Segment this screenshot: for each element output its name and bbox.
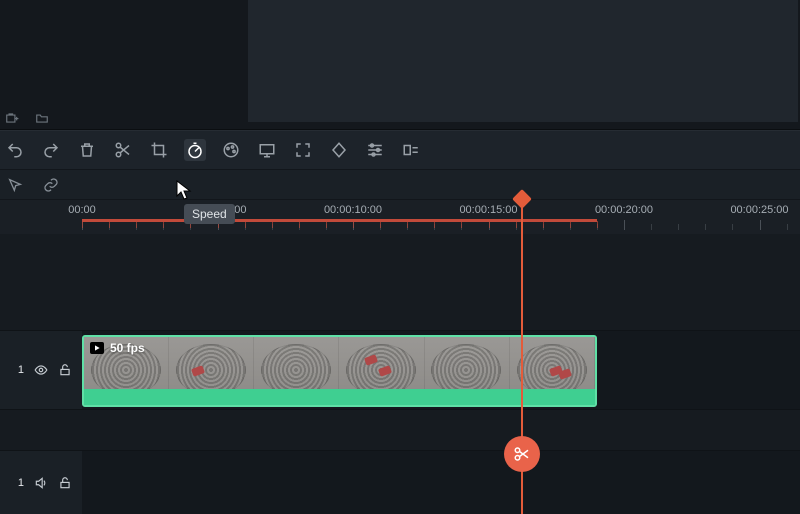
audio-track-row: 1 [0,450,800,514]
lock-toggle-icon[interactable] [58,363,72,377]
mouse-cursor-icon [176,180,192,200]
lock-toggle-icon[interactable] [58,476,72,490]
ruler-timecode: 00:00:25:00 [730,204,788,216]
clip-fps-label: 50 fps [110,341,145,355]
speed-tooltip: Speed [184,204,235,224]
track-tool-button[interactable] [400,139,422,161]
preview-area [0,0,800,130]
export-frame-button[interactable] [256,139,278,161]
timeline-ruler[interactable]: 00:0000:00:05:0000:00:10:0000:00:15:0000… [0,200,800,234]
bin-add-icon[interactable] [4,111,20,125]
video-track-row: 1 50 fps [0,330,800,410]
track-index: 1 [18,364,24,376]
timeline-tracks: 1 50 fps 1 [0,234,800,514]
video-track-body[interactable]: 50 fps [82,331,800,409]
playhead[interactable] [521,198,523,514]
link-tool-icon[interactable] [40,174,62,196]
cursor-tool-icon[interactable] [4,174,26,196]
clip-audio-strip [84,389,595,405]
undo-button[interactable] [4,139,26,161]
bin-folder-icon[interactable] [34,111,50,125]
ruler-timecode: 00:00 [68,204,96,216]
ruler-timecode: 00:00:20:00 [595,204,653,216]
audio-track-body[interactable] [82,451,800,514]
audio-track-header: 1 [0,451,82,514]
adjust-button[interactable] [364,139,386,161]
crop-button[interactable] [148,139,170,161]
cut-marker-button[interactable] [504,436,540,472]
speed-button[interactable] [184,139,206,161]
bin-icons [0,105,54,131]
link-toolbar [0,170,800,200]
preview-panel [248,0,798,122]
delete-button[interactable] [76,139,98,161]
color-button[interactable] [220,139,242,161]
keyframe-button[interactable] [328,139,350,161]
visibility-toggle-icon[interactable] [34,363,48,377]
split-button[interactable] [112,139,134,161]
track-index: 1 [18,477,24,489]
redo-button[interactable] [40,139,62,161]
fullscreen-button[interactable] [292,139,314,161]
ruler-timecode: 00:00:15:00 [459,204,517,216]
ruler-timecode: 00:00:10:00 [324,204,382,216]
video-clip[interactable]: 50 fps [82,335,597,407]
editor-toolbar [0,130,800,170]
mute-toggle-icon[interactable] [34,476,48,490]
play-badge-icon [90,342,104,354]
video-track-header: 1 [0,331,82,409]
